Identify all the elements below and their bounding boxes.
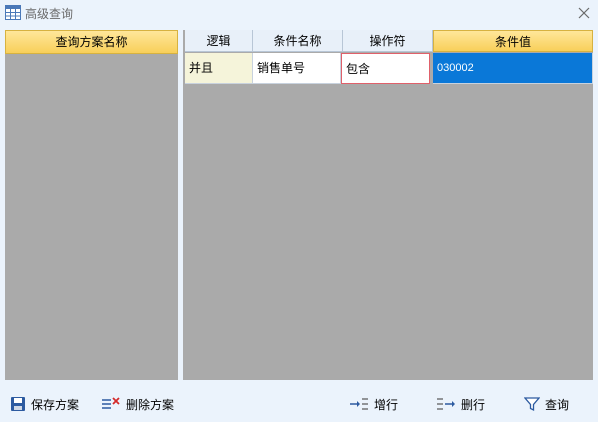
add-row-button[interactable]: 增行 <box>349 394 398 414</box>
column-header-condition-name[interactable]: 条件名称 <box>253 30 343 52</box>
delete-scheme-button[interactable]: 删除方案 <box>101 394 174 414</box>
query-label: 查询 <box>545 397 570 412</box>
save-icon <box>11 397 25 411</box>
delete-scheme-label: 删除方案 <box>126 397 175 412</box>
table-icon <box>5 5 21 20</box>
title-bar: 高级查询 <box>0 0 598 26</box>
bottom-toolbar: 保存方案 删除方案 增行 删行 查询 <box>0 386 598 422</box>
add-row-icon <box>350 398 368 410</box>
delete-row-label: 删行 <box>461 397 486 412</box>
cell-condition-name[interactable]: 销售单号 <box>253 53 341 84</box>
add-row-label: 增行 <box>374 397 399 412</box>
column-header-condition-value[interactable]: 条件值 <box>433 30 593 52</box>
cell-logic[interactable]: 并且 <box>185 53 253 84</box>
save-scheme-button[interactable]: 保存方案 <box>10 394 79 414</box>
filter-icon <box>524 397 540 412</box>
save-scheme-label: 保存方案 <box>31 397 80 412</box>
scheme-name-column-header[interactable]: 查询方案名称 <box>5 30 178 54</box>
column-header-logic[interactable]: 逻辑 <box>185 30 253 52</box>
delete-row-button[interactable]: 删行 <box>436 394 485 414</box>
condition-grid[interactable]: 逻辑 条件名称 操作符 条件值 并且 销售单号 包含 030002 <box>183 30 593 380</box>
cell-operator[interactable]: 包含 <box>341 53 430 84</box>
query-button[interactable]: 查询 <box>524 394 569 414</box>
scheme-list-panel[interactable]: 查询方案名称 <box>5 30 178 380</box>
window-title: 高级查询 <box>25 7 74 21</box>
close-button[interactable] <box>574 3 594 23</box>
delete-list-icon <box>102 397 120 409</box>
delete-row-icon <box>437 398 455 410</box>
close-icon <box>578 7 590 19</box>
cell-condition-value[interactable]: 030002 <box>433 53 593 84</box>
column-header-operator[interactable]: 操作符 <box>343 30 433 52</box>
